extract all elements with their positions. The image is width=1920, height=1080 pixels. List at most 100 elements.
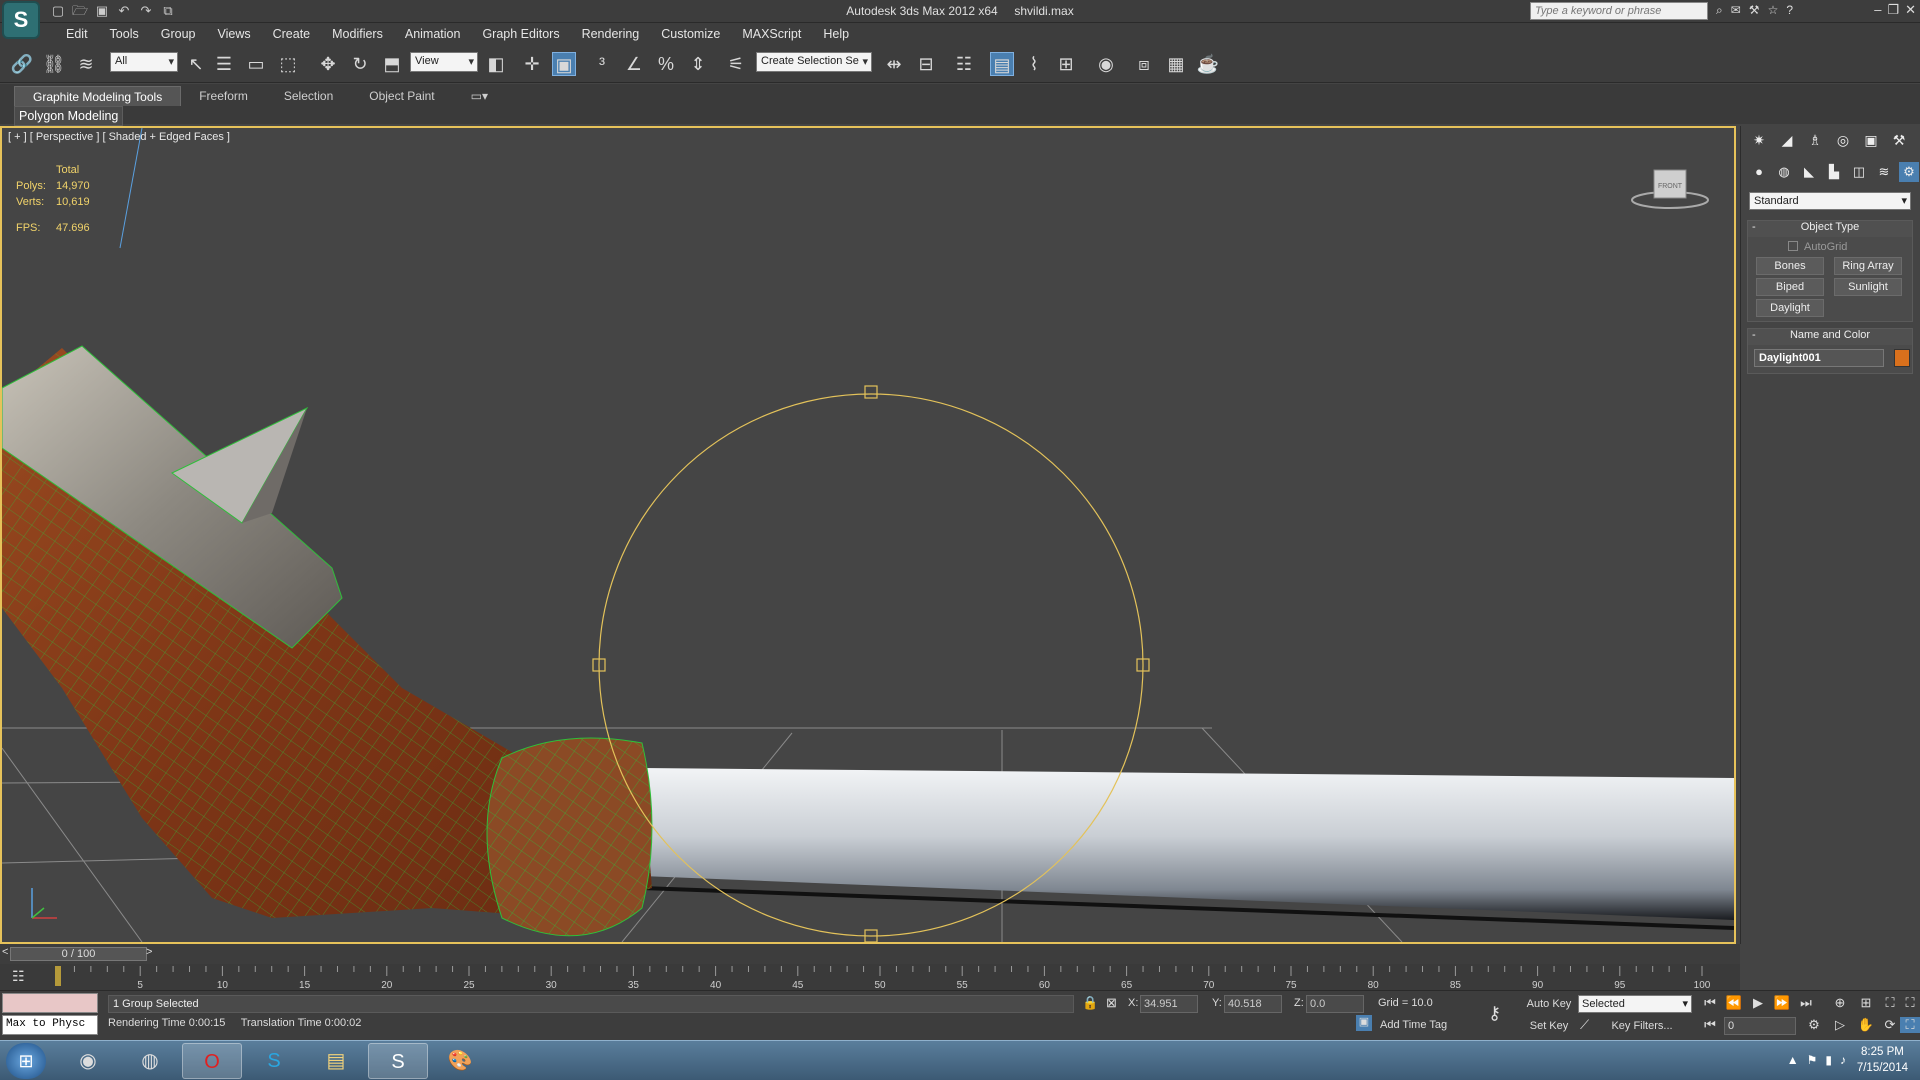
material-editor-icon[interactable]: ◉ (1094, 52, 1118, 76)
ribbon-options-icon[interactable]: ▭▾ (453, 86, 506, 106)
menu-maxscript[interactable]: MAXScript (731, 27, 812, 41)
zoom-all-icon[interactable]: ⊞ (1856, 995, 1876, 1011)
render-production-icon[interactable]: ☕ (1196, 52, 1220, 76)
network-icon[interactable]: ▮ (1825, 1053, 1832, 1067)
object-color-swatch[interactable] (1894, 349, 1910, 367)
previous-frame-icon[interactable]: ⏪ (1724, 995, 1744, 1011)
x-coordinate-field[interactable]: 34.951 (1140, 995, 1198, 1013)
geometry-icon[interactable]: ● (1749, 162, 1769, 182)
menu-modifiers[interactable]: Modifiers (321, 27, 394, 41)
pan-view-icon[interactable]: ✋ (1856, 1017, 1876, 1033)
pivot-center-icon[interactable]: ◧ (484, 52, 508, 76)
clock[interactable]: 8:25 PM 7/15/2014 (1857, 1044, 1908, 1076)
menu-group[interactable]: Group (150, 27, 207, 41)
menu-tools[interactable]: Tools (99, 27, 150, 41)
mirror-icon[interactable]: ⇹ (882, 52, 906, 76)
absolute-mode-icon[interactable]: ⊠ (1106, 995, 1117, 1011)
set-key-button[interactable]: Set Key (1524, 1017, 1574, 1035)
shapes-icon[interactable]: ◍ (1774, 162, 1794, 182)
object-name-field[interactable]: Daylight001 (1754, 349, 1884, 367)
time-slider-next[interactable]: > (146, 946, 152, 958)
maxscript-mini-listener[interactable]: Max to Physc (2, 1015, 98, 1035)
go-to-start-icon[interactable]: ⏮ (1700, 995, 1720, 1011)
schematic-view-icon[interactable]: ⊞ (1054, 52, 1078, 76)
align-icon[interactable]: ⊟ (914, 52, 938, 76)
volume-icon[interactable]: ♪ (1840, 1053, 1846, 1067)
spinner-snap-icon[interactable]: ⇕ (686, 52, 710, 76)
opera-icon[interactable]: O (182, 1043, 242, 1079)
angle-snap-icon[interactable]: ∠ (622, 52, 646, 76)
time-tag-icon[interactable]: ▣ (1356, 1015, 1372, 1031)
communication-center-icon[interactable]: ✉ (1731, 3, 1741, 18)
next-frame-icon[interactable]: ⏩ (1772, 995, 1792, 1011)
biped-button[interactable]: Biped (1756, 278, 1824, 296)
start-button-icon[interactable]: ⊞ (6, 1043, 46, 1079)
lights-icon[interactable]: ◣ (1799, 162, 1819, 182)
field-of-view-icon[interactable]: ▷ (1830, 1017, 1850, 1033)
display-tab-icon[interactable]: ▣ (1861, 130, 1881, 150)
orbit-icon[interactable]: ⟳ (1880, 1017, 1900, 1033)
key-mode-toggle-icon[interactable]: ⏮ (1700, 1017, 1720, 1033)
add-time-tag[interactable]: Add Time Tag (1380, 1019, 1447, 1031)
tab-object-paint[interactable]: Object Paint (351, 86, 452, 106)
key-filters-button[interactable]: Key Filters... (1600, 1017, 1684, 1035)
time-slider-prev[interactable]: < (2, 946, 8, 958)
time-slider[interactable]: < 0 / 100 > (0, 944, 1740, 964)
menu-create[interactable]: Create (262, 27, 322, 41)
selection-filter-dropdown[interactable]: All (110, 52, 178, 72)
default-in-out-tangents-icon[interactable]: ⟋ (1580, 1017, 1589, 1033)
y-coordinate-field[interactable]: 40.518 (1224, 995, 1282, 1013)
motion-tab-icon[interactable]: ◎ (1833, 130, 1853, 150)
go-to-end-icon[interactable]: ⏭ (1796, 995, 1816, 1011)
binoculars-icon[interactable]: ⌕ (1716, 3, 1723, 18)
sunlight-button[interactable]: Sunlight (1834, 278, 1902, 296)
restore-icon[interactable]: ❐ (1887, 2, 1899, 18)
category-dropdown[interactable]: Standard (1749, 192, 1911, 210)
time-slider-thumb[interactable]: 0 / 100 (10, 947, 147, 961)
current-time-marker[interactable] (55, 966, 61, 986)
menu-graph-editors[interactable]: Graph Editors (471, 27, 570, 41)
window-crossing-icon[interactable]: ⬚ (276, 52, 300, 76)
keyboard-shortcut-override-icon[interactable]: ▣ (552, 52, 576, 76)
bones-button[interactable]: Bones (1756, 257, 1824, 275)
time-configuration-icon[interactable]: ⚙ (1804, 1017, 1824, 1033)
3ds-max-taskbar-icon[interactable]: S (368, 1043, 428, 1079)
curve-editor-icon[interactable]: ⌇ (1022, 52, 1046, 76)
ribbon-panel-polygon-modeling[interactable]: Polygon Modeling (14, 106, 124, 126)
close-icon[interactable]: ✕ (1905, 2, 1916, 18)
create-tab-icon[interactable]: ✷ (1749, 130, 1769, 150)
tab-graphite-modeling-tools[interactable]: Graphite Modeling Tools (14, 86, 182, 106)
autogrid-checkbox[interactable]: AutoGrid (1788, 241, 1847, 253)
zoom-extents-icon[interactable]: ⛶ (1880, 995, 1900, 1011)
key-mode-dropdown[interactable]: Selected (1578, 995, 1692, 1013)
chrome-icon[interactable]: ◉ (58, 1043, 118, 1079)
ring-array-button[interactable]: Ring Array (1834, 257, 1902, 275)
modify-tab-icon[interactable]: ◢ (1777, 130, 1797, 150)
set-key-icon[interactable]: ⚷ (1488, 1003, 1501, 1024)
helpers-icon[interactable]: ◫ (1849, 162, 1869, 182)
favorites-star-icon[interactable]: ☆ (1768, 3, 1779, 18)
explorer-icon[interactable]: ▤ (306, 1043, 366, 1079)
skype-icon[interactable]: S (244, 1043, 304, 1079)
bind-space-warp-icon[interactable]: ≋ (74, 52, 98, 76)
link-icon[interactable]: 🔗 (10, 52, 34, 76)
blade-mesh[interactable] (642, 768, 1734, 920)
select-manipulate-icon[interactable]: ✛ (520, 52, 544, 76)
viewcube[interactable]: FRONT (1630, 164, 1710, 217)
app-logo-icon[interactable]: S (2, 1, 40, 39)
firefox-icon[interactable]: ◍ (120, 1043, 180, 1079)
track-bar[interactable]: ☷ 5 10 15 20 25 30 35 40 45 50 55 60 65 70 75 80 85 90 95 1… (0, 964, 1740, 990)
select-by-name-icon[interactable]: ☰ (212, 52, 236, 76)
layer-manager-icon[interactable]: ☷ (952, 52, 976, 76)
maxscript-listener-output[interactable] (2, 993, 98, 1013)
search-input[interactable]: Type a keyword or phrase (1530, 2, 1708, 20)
help-icon[interactable]: ? (1786, 3, 1793, 18)
rotate-icon[interactable]: ↻ (348, 52, 372, 76)
menu-edit[interactable]: Edit (55, 27, 99, 41)
maximize-viewport-icon[interactable]: ⛶ (1900, 1017, 1920, 1033)
action-center-flag-icon[interactable]: ⚑ (1807, 1053, 1818, 1067)
render-setup-icon[interactable]: ⧈ (1132, 52, 1156, 76)
show-hidden-icons-icon[interactable]: ▲ (1787, 1053, 1799, 1067)
unlink-icon[interactable]: ⛓ (42, 52, 66, 76)
named-selection-dropdown[interactable]: Create Selection Se (756, 52, 872, 72)
